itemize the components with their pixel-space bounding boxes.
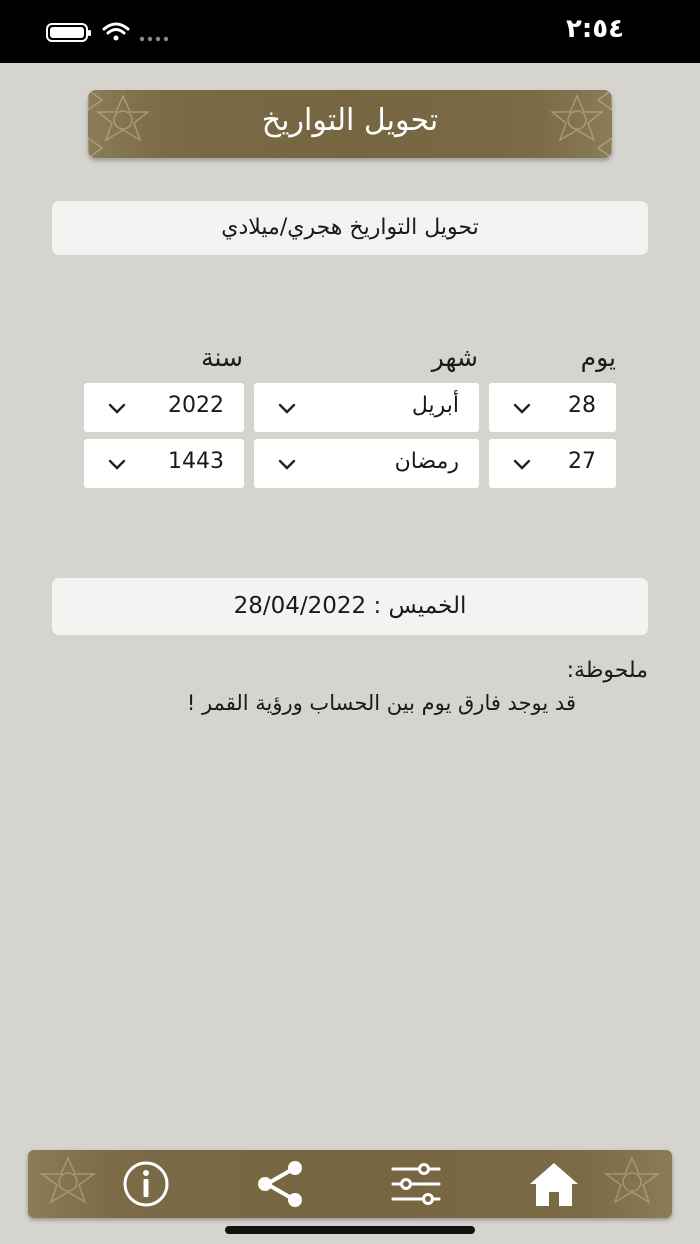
tab-settings[interactable]	[386, 1156, 446, 1212]
note-label: ملحوظة:	[566, 658, 648, 683]
conversion-mode-button[interactable]: تحويل التواريخ هجري/ميلادي	[52, 201, 648, 255]
selected-value: 27	[568, 449, 596, 474]
tab-share[interactable]	[251, 1156, 311, 1212]
gregorian-day-select[interactable]: 28	[489, 383, 616, 432]
share-icon	[258, 1161, 302, 1207]
tab-home[interactable]	[524, 1156, 584, 1212]
chevron-down-icon	[278, 459, 296, 470]
selected-value: 1443	[168, 449, 224, 474]
ornament-pattern-icon	[603, 1156, 661, 1204]
sliders-icon	[391, 1163, 441, 1205]
selected-value: 2022	[168, 393, 224, 418]
column-label-year: سنة	[201, 343, 243, 372]
tab-info[interactable]	[116, 1156, 176, 1212]
gregorian-month-select[interactable]: أبريل	[254, 383, 479, 432]
chevron-down-icon	[108, 403, 126, 414]
home-icon	[530, 1163, 578, 1206]
hijri-month-select[interactable]: رمضان	[254, 439, 479, 488]
info-icon	[123, 1161, 169, 1207]
status-time: ٢:٥٤	[565, 14, 624, 44]
column-label-month: شهر	[431, 343, 478, 372]
selected-value: أبريل	[411, 393, 459, 418]
hijri-year-select[interactable]: 1443	[84, 439, 244, 488]
chevron-down-icon	[513, 459, 531, 470]
gregorian-year-select[interactable]: 2022	[84, 383, 244, 432]
signal-dots-icon	[139, 36, 169, 42]
home-indicator[interactable]	[225, 1226, 475, 1234]
header-banner: تحويل التواريخ	[88, 90, 612, 158]
selected-value: 28	[568, 393, 596, 418]
status-bar: ٢:٥٤	[0, 0, 700, 63]
battery-icon	[46, 23, 91, 42]
note-text: قد يوجد فارق يوم بين الحساب ورؤية القمر …	[186, 691, 576, 715]
chevron-down-icon	[278, 403, 296, 414]
status-icons	[46, 22, 169, 42]
page-title: تحويل التواريخ	[261, 103, 439, 138]
hijri-day-select[interactable]: 27	[489, 439, 616, 488]
ornament-pattern-icon	[39, 1156, 97, 1204]
bottom-tab-bar	[28, 1150, 672, 1218]
selected-value: رمضان	[394, 449, 459, 474]
chevron-down-icon	[513, 403, 531, 414]
column-label-day: يوم	[580, 343, 616, 372]
chevron-down-icon	[108, 459, 126, 470]
conversion-result: الخميس : 28/04/2022	[52, 578, 648, 635]
wifi-icon	[102, 22, 130, 41]
